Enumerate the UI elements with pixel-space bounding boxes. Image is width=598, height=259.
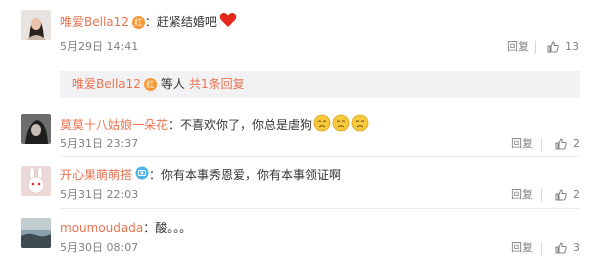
camera-badge-icon — [135, 166, 149, 184]
reply-button[interactable]: 回复 — [511, 241, 533, 255]
like-count: 2 — [573, 137, 580, 150]
like-button[interactable]: 2 — [555, 188, 580, 202]
comment-username[interactable]: 开心果萌萌搭 — [60, 167, 132, 183]
thumb-up-icon — [547, 41, 559, 53]
comment-text: ：赶紧结婚吧 — [144, 15, 217, 29]
thread-more-link[interactable]: 共1条回复 — [189, 71, 245, 98]
reply-thread-summary[interactable]: 唯爱Bella12 红 等人 共1条回复 — [60, 71, 580, 98]
like-button[interactable]: 2 — [555, 137, 580, 151]
thumb-up-icon — [555, 189, 567, 201]
comment-username[interactable]: 唯爱Bella12 — [60, 14, 129, 30]
avatar[interactable] — [21, 10, 51, 40]
avatar[interactable] — [21, 114, 51, 144]
comment-line: 开心果萌萌搭 ：你有本事秀恩爱，你有本事领证啊 — [60, 166, 341, 184]
action-divider — [541, 189, 542, 202]
comment-time: 5月30日 08:07 — [60, 241, 139, 254]
comment-line: 唯爱Bella12 红 ：赶紧结婚吧 — [60, 12, 237, 32]
comment-text: ：酸。。。 — [143, 221, 192, 235]
member-badge-icon: 红 — [143, 78, 157, 91]
comment-line: 莫莫十八姑娘一朵花 ：不喜欢你了，你总是虐狗 — [60, 114, 369, 136]
avatar[interactable] — [21, 218, 51, 248]
comment-text: ：不喜欢你了，你总是虐狗 — [168, 118, 313, 132]
thumb-up-icon — [555, 242, 567, 254]
thumb-up-icon — [555, 138, 567, 150]
sad-face-emoji-icon — [313, 114, 331, 136]
like-button[interactable]: 3 — [555, 241, 580, 255]
like-count: 2 — [573, 188, 580, 201]
reply-button[interactable]: 回复 — [507, 40, 529, 54]
avatar[interactable] — [21, 166, 51, 196]
comment-username[interactable]: moumoudada — [60, 220, 143, 236]
comment-time: 5月31日 22:03 — [60, 188, 139, 201]
action-divider — [535, 41, 536, 54]
reply-button[interactable]: 回复 — [511, 188, 533, 202]
action-divider — [541, 138, 542, 151]
comment-divider — [60, 156, 580, 157]
like-count: 13 — [565, 40, 579, 53]
heart-emoji-icon — [219, 12, 237, 32]
comment-line: moumoudada ：酸。。。 — [60, 220, 191, 236]
sad-face-emoji-icon — [332, 114, 350, 136]
thread-username[interactable]: 唯爱Bella12 — [72, 71, 141, 98]
comment-time: 5月31日 23:37 — [60, 137, 139, 150]
member-badge-icon: 红 — [131, 15, 145, 29]
thread-others: 等人 — [160, 77, 185, 91]
comment-text: ：你有本事秀恩爱，你有本事领证啊 — [149, 168, 342, 182]
comment-time: 5月29日 14:41 — [60, 40, 139, 53]
comment-username[interactable]: 莫莫十八姑娘一朵花 — [60, 117, 168, 133]
like-count: 3 — [573, 241, 580, 254]
sad-face-emoji-icon — [351, 114, 369, 136]
reply-button[interactable]: 回复 — [511, 137, 533, 151]
comment-divider — [60, 208, 580, 209]
action-divider — [541, 242, 542, 255]
like-button[interactable]: 13 — [547, 40, 579, 54]
